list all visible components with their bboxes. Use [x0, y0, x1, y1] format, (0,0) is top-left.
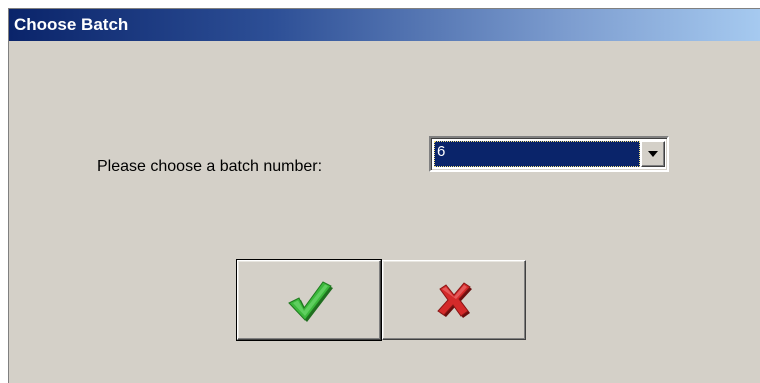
batch-number-label: Please choose a batch number:	[97, 158, 323, 175]
ok-button[interactable]	[236, 259, 382, 341]
title-bar[interactable]: Choose Batch	[9, 9, 760, 41]
batch-number-dropdown[interactable]: 6	[429, 136, 669, 172]
chevron-down-icon	[648, 151, 658, 157]
choose-batch-dialog: Choose Batch Please choose a batch numbe…	[8, 8, 760, 383]
window-title: Choose Batch	[14, 15, 129, 34]
dropdown-arrow-button[interactable]	[641, 141, 665, 167]
checkmark-icon	[288, 281, 333, 322]
cancel-button[interactable]	[382, 260, 526, 340]
batch-number-selected-value[interactable]: 6	[434, 141, 640, 167]
x-cross-icon	[437, 282, 472, 318]
